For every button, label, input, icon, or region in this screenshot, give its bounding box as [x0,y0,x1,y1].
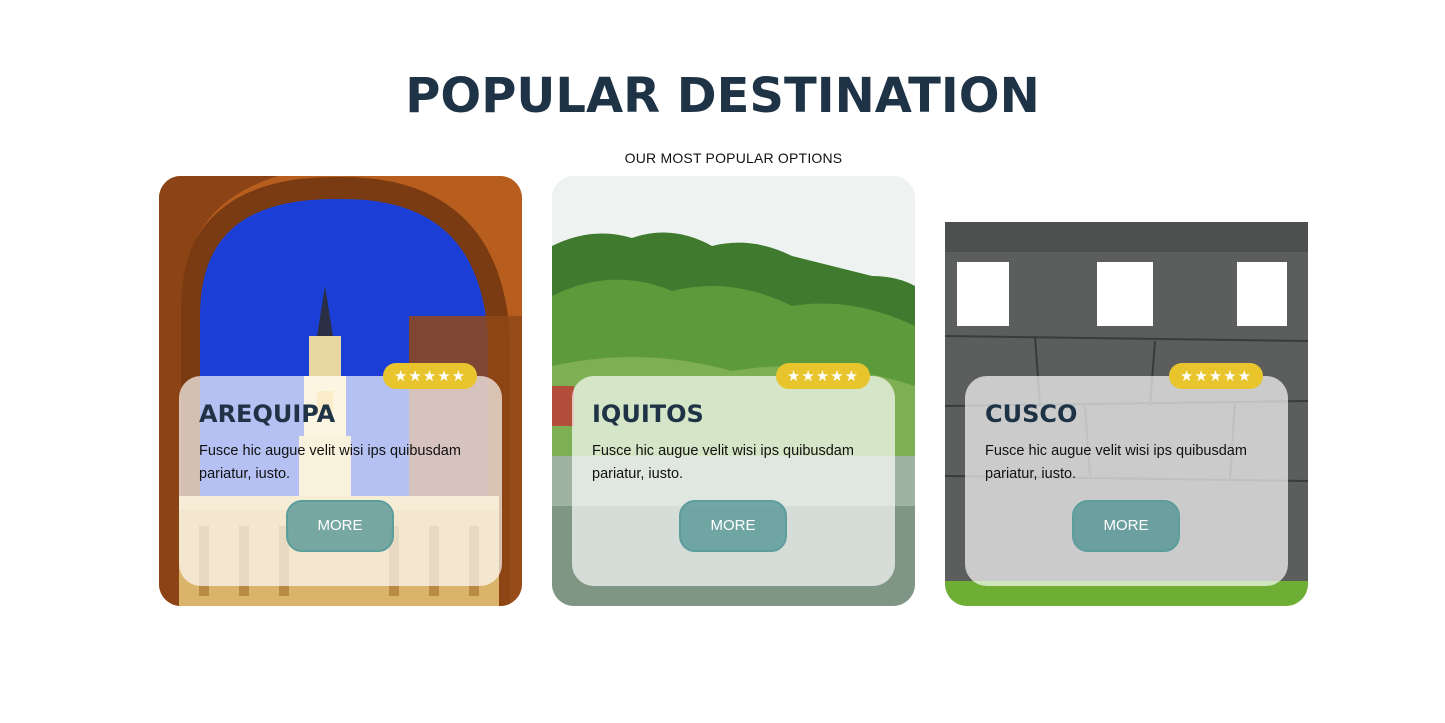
section-subtitle: OUR MOST POPULAR OPTIONS [624,150,843,166]
section-title: POPULAR DESTINATION [405,68,1040,124]
card-title: CUSCO [985,400,1078,428]
rating-stars: ★★★★★ [776,363,870,389]
card-description: Fusce hic augue velit wisi ips quibusdam… [592,443,854,482]
destination-card-arequipa[interactable]: ★★★★★ AREQUIPA Fusce hic augue velit wis… [159,176,522,606]
card-description: Fusce hic augue velit wisi ips quibusdam… [199,443,461,482]
card-description: Fusce hic augue velit wisi ips quibusdam… [985,443,1247,482]
destination-card-cusco[interactable]: ★★★★★ CUSCO Fusce hic augue velit wisi i… [945,176,1308,606]
card-title: IQUITOS [592,400,704,428]
rating-stars: ★★★★★ [1169,363,1263,389]
more-button[interactable]: MORE [286,500,394,552]
card-title: AREQUIPA [199,400,336,428]
more-button[interactable]: MORE [679,500,787,552]
more-button[interactable]: MORE [1072,500,1180,552]
rating-stars: ★★★★★ [383,363,477,389]
destination-card-iquitos[interactable]: ★★★★★ IQUITOS Fusce hic augue velit wisi… [552,176,915,606]
